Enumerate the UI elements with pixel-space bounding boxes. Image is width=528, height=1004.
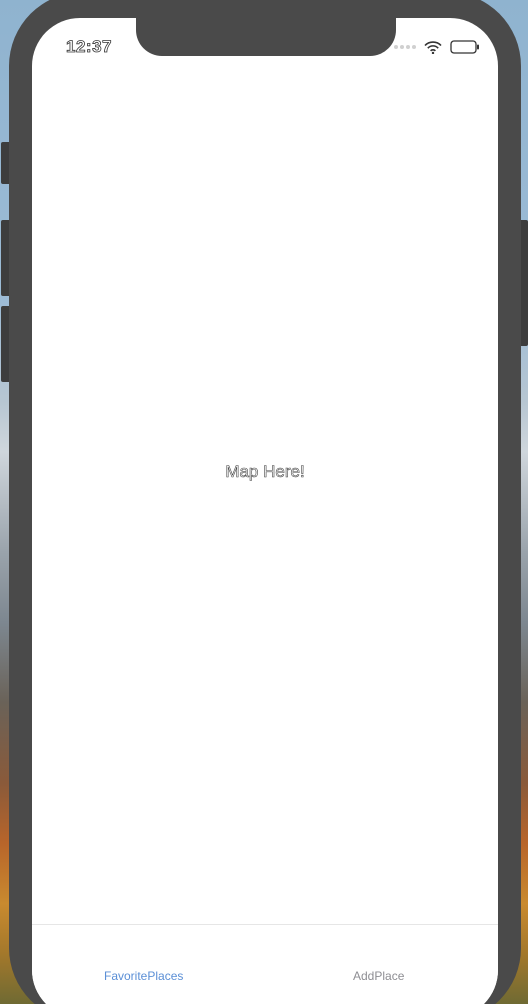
notch [136,18,396,56]
signal-icon [394,45,416,49]
tab-favorite-places[interactable]: FavoritePlaces [104,969,183,983]
map-placeholder-text: Map Here! [225,462,305,482]
status-icons [394,40,480,54]
wifi-icon [424,40,442,54]
tab-bar: FavoritePlaces AddPlace [32,924,498,1004]
battery-icon [450,40,480,54]
phone-screen: 12:37 Map Here! FavoritePlaces AddPlace [32,18,498,1004]
status-time: 12:37 [66,37,112,57]
tab-add-place[interactable]: AddPlace [353,969,404,983]
